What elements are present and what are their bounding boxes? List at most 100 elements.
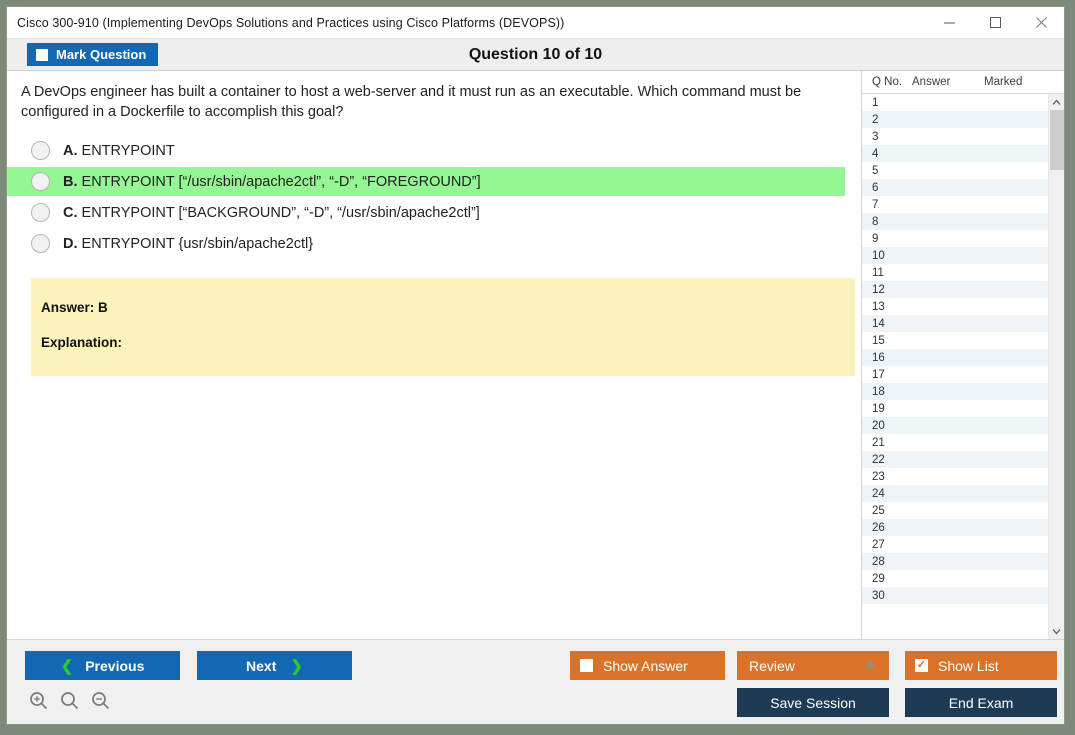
scrollbar-thumb[interactable] bbox=[1050, 110, 1064, 170]
cell-q-no: 6 bbox=[872, 181, 879, 194]
cell-q-no: 21 bbox=[872, 436, 885, 449]
cell-q-no: 18 bbox=[872, 385, 885, 398]
question-list-scrollbar[interactable] bbox=[1048, 94, 1064, 639]
question-list-row[interactable]: 2 bbox=[862, 111, 1048, 128]
cell-q-no: 19 bbox=[872, 402, 885, 415]
radio-button-icon[interactable] bbox=[31, 234, 50, 254]
exam-footer: ❮ Previous Next ❯ Show Answer Review ✓ S… bbox=[7, 639, 1064, 724]
answer-option-a[interactable]: A. ENTRYPOINT bbox=[7, 136, 845, 165]
question-list-row[interactable]: 4 bbox=[862, 145, 1048, 162]
question-list-row[interactable]: 18 bbox=[862, 383, 1048, 400]
question-list-row[interactable]: 11 bbox=[862, 264, 1048, 281]
question-list-row[interactable]: 8 bbox=[862, 213, 1048, 230]
question-list-row[interactable]: 10 bbox=[862, 247, 1048, 264]
answer-option-text: A. ENTRYPOINT bbox=[63, 143, 175, 159]
question-list-row[interactable]: 28 bbox=[862, 553, 1048, 570]
question-list-row[interactable]: 30 bbox=[862, 587, 1048, 604]
show-answer-checkbox-icon[interactable] bbox=[580, 659, 593, 672]
question-counter: Question 10 of 10 bbox=[468, 45, 603, 63]
column-header-answer: Answer bbox=[912, 76, 951, 88]
end-exam-button[interactable]: End Exam bbox=[905, 688, 1057, 717]
explanation-line: Explanation: bbox=[41, 335, 123, 351]
radio-button-icon[interactable] bbox=[31, 172, 50, 192]
chevron-down-icon[interactable] bbox=[1049, 623, 1064, 639]
question-list-row[interactable]: 16 bbox=[862, 349, 1048, 366]
mark-question-checkbox-icon[interactable] bbox=[36, 48, 48, 61]
question-list-row[interactable]: 3 bbox=[862, 128, 1048, 145]
answer-option-c[interactable]: C. ENTRYPOINT [“BACKGROUND”, “-D”, “/usr… bbox=[7, 198, 845, 227]
zoom-toolbar bbox=[29, 691, 110, 715]
question-list-row[interactable]: 9 bbox=[862, 230, 1048, 247]
show-answer-label: Show Answer bbox=[603, 657, 688, 674]
question-list-panel: Q No. Answer Marked 1 2 3 4 5 6 7 8 9 10 11 12 13 14 1… bbox=[861, 71, 1064, 639]
question-list-header: Q No. Answer Marked bbox=[862, 71, 1064, 94]
question-list-row[interactable]: 29 bbox=[862, 570, 1048, 587]
question-list-row[interactable]: 26 bbox=[862, 519, 1048, 536]
cell-q-no: 30 bbox=[872, 589, 885, 602]
show-answer-button[interactable]: Show Answer bbox=[570, 651, 725, 680]
question-list-row[interactable]: 27 bbox=[862, 536, 1048, 553]
cell-q-no: 27 bbox=[872, 538, 885, 551]
mark-question-button[interactable]: Mark Question bbox=[27, 43, 159, 66]
zoom-reset-icon[interactable] bbox=[60, 691, 79, 715]
question-list-row[interactable]: 25 bbox=[862, 502, 1048, 519]
show-list-label: Show List bbox=[938, 657, 999, 674]
answer-option-text: B. ENTRYPOINT [“/usr/sbin/apache2ctl”, “… bbox=[63, 174, 481, 190]
question-list-row[interactable]: 7 bbox=[862, 196, 1048, 213]
question-list-row[interactable]: 19 bbox=[862, 400, 1048, 417]
question-list-row[interactable]: 13 bbox=[862, 298, 1048, 315]
question-list-row[interactable]: 14 bbox=[862, 315, 1048, 332]
previous-button[interactable]: ❮ Previous bbox=[25, 651, 180, 680]
question-list-row[interactable]: 20 bbox=[862, 417, 1048, 434]
answer-option-letter: C. bbox=[63, 204, 78, 221]
question-list-row[interactable]: 21 bbox=[862, 434, 1048, 451]
question-list-row[interactable]: 15 bbox=[862, 332, 1048, 349]
cell-q-no: 3 bbox=[872, 130, 879, 143]
scrollbar-track[interactable] bbox=[1049, 110, 1064, 623]
cell-q-no: 10 bbox=[872, 249, 885, 262]
cell-q-no: 22 bbox=[872, 453, 885, 466]
zoom-in-icon[interactable] bbox=[29, 691, 48, 715]
minimize-icon[interactable] bbox=[926, 7, 972, 38]
maximize-icon[interactable] bbox=[972, 7, 1018, 38]
review-dropdown-button[interactable]: Review bbox=[737, 651, 889, 680]
question-list-row[interactable]: 5 bbox=[862, 162, 1048, 179]
next-button[interactable]: Next ❯ bbox=[197, 651, 352, 680]
cell-q-no: 15 bbox=[872, 334, 885, 347]
radio-button-icon[interactable] bbox=[31, 203, 50, 223]
question-list-row[interactable]: 17 bbox=[862, 366, 1048, 383]
column-header-marked: Marked bbox=[984, 76, 1023, 88]
chevron-up-icon[interactable] bbox=[1049, 94, 1064, 110]
end-exam-label: End Exam bbox=[948, 694, 1014, 711]
answer-option-b[interactable]: B. ENTRYPOINT [“/usr/sbin/apache2ctl”, “… bbox=[7, 167, 845, 197]
cell-q-no: 29 bbox=[872, 572, 885, 585]
answer-options-list: A. ENTRYPOINT B. ENTRYPOINT [“/usr/sbin/a… bbox=[7, 136, 860, 258]
show-list-checkbox-icon[interactable]: ✓ bbox=[915, 659, 928, 672]
question-list-row[interactable]: 22 bbox=[862, 451, 1048, 468]
question-list-rows[interactable]: 1 2 3 4 5 6 7 8 9 10 11 12 13 14 15 16 17 18 19 20 21 22 23 24 2… bbox=[862, 94, 1048, 639]
question-list-row[interactable]: 6 bbox=[862, 179, 1048, 196]
question-list-row[interactable]: 1 bbox=[862, 94, 1048, 111]
question-list-row[interactable]: 12 bbox=[862, 281, 1048, 298]
exam-header-bar: Mark Question Question 10 of 10 bbox=[7, 39, 1064, 70]
close-icon[interactable] bbox=[1018, 7, 1064, 38]
answer-option-d[interactable]: D. ENTRYPOINT {usr/sbin/apache2ctl} bbox=[7, 229, 845, 258]
show-list-button[interactable]: ✓ Show List bbox=[905, 651, 1057, 680]
window-title-bar: Cisco 300-910 (Implementing DevOps Solut… bbox=[7, 7, 1064, 39]
cell-q-no: 20 bbox=[872, 419, 885, 432]
radio-button-icon[interactable] bbox=[31, 141, 50, 161]
zoom-out-icon[interactable] bbox=[91, 691, 110, 715]
answer-option-body: ENTRYPOINT [“BACKGROUND”, “-D”, “/usr/sb… bbox=[81, 204, 480, 221]
answer-option-body: ENTRYPOINT bbox=[81, 142, 175, 159]
save-session-button[interactable]: Save Session bbox=[737, 688, 889, 717]
question-list-row[interactable]: 24 bbox=[862, 485, 1048, 502]
question-text: A DevOps engineer has built a container … bbox=[21, 84, 802, 120]
cell-q-no: 12 bbox=[872, 283, 885, 296]
chevron-right-icon: ❯ bbox=[290, 657, 303, 675]
window-title: Cisco 300-910 (Implementing DevOps Solut… bbox=[17, 15, 565, 30]
mark-question-label: Mark Question bbox=[56, 47, 147, 62]
answer-option-body: ENTRYPOINT {usr/sbin/apache2ctl} bbox=[81, 235, 314, 252]
answer-option-letter: A. bbox=[63, 142, 78, 159]
chevron-left-icon: ❮ bbox=[60, 657, 74, 675]
question-list-row[interactable]: 23 bbox=[862, 468, 1048, 485]
